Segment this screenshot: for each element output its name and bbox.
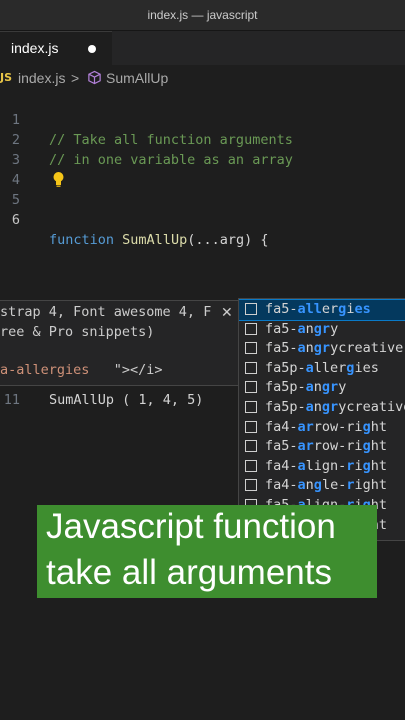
suggestion-item[interactable]: fa4-angle-right [239, 476, 405, 496]
suggestion-item[interactable]: fa5-arrow-right [239, 437, 405, 457]
suggestion-label: fa4-angle-right [265, 477, 387, 494]
snippet-icon [245, 440, 257, 453]
suggestion-item[interactable]: fa5-allergies [239, 299, 405, 321]
snippet-icon [245, 303, 257, 315]
function-params: (...arg [187, 232, 245, 248]
breadcrumb-symbol[interactable]: SumAllUp [106, 70, 168, 86]
suggestion-label: fa5-angry [265, 320, 339, 337]
chevron-right-icon: > [71, 70, 80, 86]
snippet-source-line1: strap 4, Font awesome 4, F [0, 304, 212, 320]
js-file-icon: JS [0, 71, 13, 84]
tab-bar: index.js [0, 31, 405, 66]
snippet-icon [245, 479, 257, 492]
snippet-icon [245, 401, 257, 413]
function-open-brace: ) { [244, 232, 269, 248]
suggestion-item[interactable]: fa5-angry [239, 320, 405, 340]
snippet-detail-panel: strap 4, Font awesome 4, F ree & Pro sni… [0, 300, 238, 386]
snippet-icon [245, 322, 257, 335]
snippet-source-line2: ree & Pro snippets) [0, 324, 155, 340]
line-number: 6 [11, 212, 20, 228]
suggestion-label: fa5p-allergies [265, 359, 379, 376]
suggestion-item[interactable]: fa5p-angry [239, 378, 405, 398]
snippet-preview-tag: "></i> [89, 362, 163, 378]
snippet-icon [245, 420, 257, 433]
breadcrumb-file[interactable]: index.js [18, 70, 65, 86]
caption-line-2: take all arguments [46, 553, 332, 592]
video-caption: Javascript function take all arguments [37, 505, 377, 598]
suggestion-item[interactable]: fa5-angrycreative [239, 339, 405, 359]
code-line[interactable]: 4 [0, 150, 405, 188]
cube-symbol-icon [87, 70, 102, 88]
snippet-icon [245, 361, 257, 374]
suggestion-item[interactable]: fa5p-allergies [239, 359, 405, 379]
suggestion-label: fa4-arrow-right [265, 418, 387, 435]
caption-line-1: Javascript function [46, 507, 336, 546]
code-editor[interactable]: 1 // Take all function arguments 2 // in… [0, 90, 405, 720]
suggestion-label: fa5-arrow-right [265, 438, 387, 455]
suggestion-label: fa5p-angrycreative [265, 399, 405, 415]
keyword-function: function [49, 232, 115, 248]
suggestion-label: fa5p-angry [265, 379, 347, 396]
unsaved-dot-icon[interactable] [88, 45, 96, 53]
code-line[interactable]: 1 // Take all function arguments [0, 90, 405, 148]
title-bar: index.js — javascript [0, 0, 405, 31]
snippet-icon [245, 342, 257, 355]
suggestion-label: fa5-angrycreative [265, 340, 404, 357]
snippet-preview: a-allergies "></i> [0, 362, 163, 378]
suggestion-item[interactable]: fa4-align-right [239, 457, 405, 477]
code-line-active[interactable]: 6 function SumAllUp(...arg) { [0, 190, 405, 248]
snippet-icon [245, 459, 257, 472]
suggestion-label: fa5-allergies [265, 301, 371, 317]
code-call-partial: SumAllUp ( 1, 4, 5) [49, 392, 204, 408]
code-line[interactable]: 3 [0, 130, 405, 168]
tab-index-js[interactable]: index.js [0, 31, 112, 66]
breadcrumb: JS index.js > SumAllUp [0, 66, 405, 90]
suggestion-item[interactable]: fa5p-angrycreative [239, 398, 405, 418]
line-number: 11 [3, 392, 20, 408]
snippet-icon [245, 381, 257, 394]
tab-label: index.js [11, 40, 59, 56]
lightbulb-icon[interactable] [52, 171, 65, 192]
snippet-preview-class: a-allergies [0, 362, 90, 378]
suggestion-item[interactable]: fa4-arrow-right [239, 418, 405, 438]
function-name: SumAllUp [122, 232, 188, 248]
window-title: index.js — javascript [147, 8, 258, 22]
code-line[interactable]: 2 // in one variable as an array [0, 110, 405, 168]
close-icon[interactable]: ✕ [221, 305, 233, 321]
function-declaration: function SumAllUp(...arg) { [49, 230, 269, 250]
suggestion-label: fa4-align-right [265, 457, 387, 474]
